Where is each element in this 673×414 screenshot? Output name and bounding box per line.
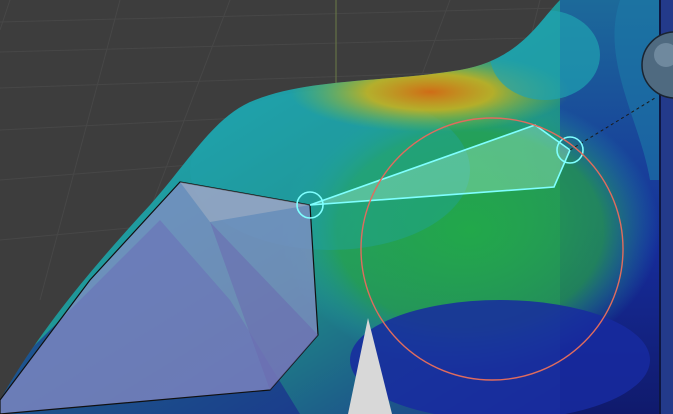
3d-viewport[interactable] <box>0 0 673 414</box>
selected-faces[interactable] <box>0 181 319 414</box>
viewport-canvas[interactable] <box>0 0 673 414</box>
